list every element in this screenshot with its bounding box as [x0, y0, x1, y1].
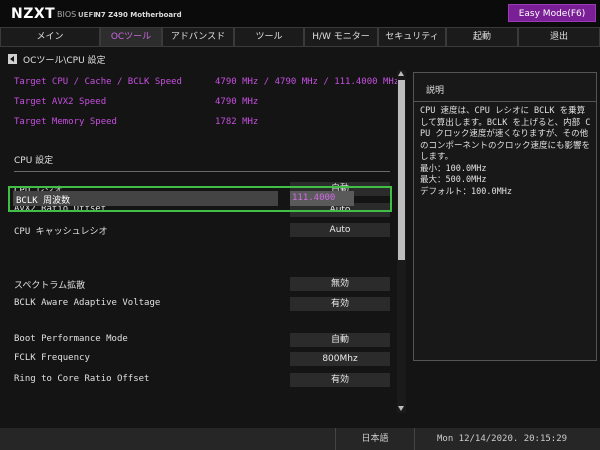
info-label: Target CPU / Cache / BCLK Speed: [14, 77, 182, 87]
brand-logo: NZXT: [11, 6, 56, 22]
info-label: Target AVX2 Speed: [14, 97, 107, 107]
tab-bar: メイン OCツール アドバンスド ツール H/W モニター セキュリティ 起動 …: [0, 27, 600, 47]
datetime: Mon 12/14/2020. 20:15:29: [437, 434, 568, 444]
section-title: CPU 設定: [14, 156, 54, 166]
scroll-down-arrow-icon[interactable]: [397, 405, 406, 413]
description-title: 説明: [426, 86, 445, 96]
description-panel: 説明 CPU 速度は、CPU レシオに BCLK を乗算して算出します。BCLK…: [413, 72, 597, 361]
tab-main[interactable]: メイン: [0, 27, 100, 47]
info-value: 4790 MHz / 4790 MHz / 111.4000 MHz: [215, 77, 400, 87]
header: NZXT BIOS UEFI N7 Z490 Motherboard Easy …: [0, 0, 600, 27]
uefi-label: UEFI: [78, 11, 96, 19]
bios-label: BIOS: [57, 10, 77, 19]
info-label: Target Memory Speed: [14, 117, 117, 127]
breadcrumb: OCツール\CPU 設定: [23, 55, 106, 66]
cpu-cache-ratio-select[interactable]: Auto: [290, 223, 390, 237]
description-text: CPU 速度は、CPU レシオに BCLK を乗算して算出します。BCLK を上…: [420, 106, 591, 197]
highlight-frame: [8, 186, 392, 212]
settings-panel: Target CPU / Cache / BCLK Speed 4790 MHz…: [0, 66, 408, 416]
easy-mode-button[interactable]: Easy Mode(F6): [508, 4, 596, 22]
tab-oc-tools[interactable]: OCツール: [100, 27, 162, 47]
back-arrow-icon[interactable]: [8, 54, 17, 64]
language-selector[interactable]: 日本語: [335, 428, 415, 450]
setting-label: CPU キャッシュレシオ: [14, 227, 108, 237]
footer: 日本語 Mon 12/14/2020. 20:15:29: [0, 428, 600, 450]
info-value: 4790 MHz: [215, 97, 259, 107]
tab-advanced[interactable]: アドバンスド: [162, 27, 234, 47]
tab-tools[interactable]: ツール: [234, 27, 304, 47]
scrollbar[interactable]: [397, 70, 406, 413]
scroll-thumb[interactable]: [398, 80, 405, 260]
scroll-up-arrow-icon[interactable]: [397, 70, 406, 78]
breadcrumb-row: OCツール\CPU 設定: [8, 53, 106, 66]
tab-hw-monitor[interactable]: H/W モニター: [304, 27, 378, 47]
description-divider: [414, 101, 596, 102]
tab-exit[interactable]: 退出: [518, 27, 600, 47]
section-divider: [14, 171, 390, 172]
info-value: 1782 MHz: [215, 117, 259, 127]
tab-boot[interactable]: 起動: [446, 27, 518, 47]
board-name: N7 Z490 Motherboard: [95, 11, 182, 19]
tab-security[interactable]: セキュリティ: [378, 27, 446, 47]
setting-cpu-cache-ratio: CPU キャッシュレシオ Auto: [14, 223, 390, 237]
